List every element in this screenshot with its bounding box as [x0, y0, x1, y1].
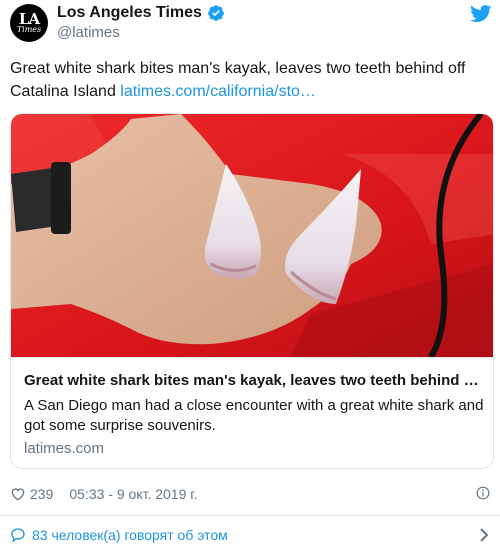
twitter-bird-icon[interactable] — [470, 4, 492, 24]
comment-bubble-icon — [11, 528, 25, 543]
conversation-count[interactable]: 83 человек(а) говорят об этом — [32, 527, 228, 543]
tweet-text: Great white shark bites man's kayak, lea… — [10, 57, 494, 103]
conversation-link[interactable]: 83 человек(а) говорят об этом — [10, 527, 228, 543]
tweet-timestamp[interactable]: 05:33 - 9 окт. 2019 г. — [69, 486, 197, 502]
card-description: A San Diego man had a close encounter wi… — [24, 397, 484, 434]
avatar-logo-subtext: Times — [16, 25, 42, 34]
tweet-meta: 239 05:33 - 9 окт. 2019 г. — [10, 484, 198, 504]
card-body[interactable]: Great white shark bites man's kayak, lea… — [11, 357, 493, 468]
author-name[interactable]: Los Angeles Times — [57, 4, 202, 22]
tweet-link[interactable]: latimes.com/california/sto… — [120, 83, 316, 100]
tweet-header: LA Times Los Angeles Times @latimes — [0, 0, 500, 46]
info-icon[interactable] — [476, 486, 490, 500]
card-domain: latimes.com — [24, 440, 105, 457]
divider — [0, 515, 500, 516]
like-count[interactable]: 239 — [30, 486, 53, 502]
author-name-row[interactable]: Los Angeles Times — [57, 4, 225, 22]
avatar[interactable]: LA Times — [10, 4, 48, 42]
link-preview-card[interactable]: Great white shark bites man's kayak, lea… — [10, 113, 494, 469]
verified-badge-icon — [208, 5, 224, 21]
heart-icon[interactable] — [10, 486, 26, 502]
author-handle[interactable]: @latimes — [57, 24, 120, 41]
card-title[interactable]: Great white shark bites man's kayak, lea… — [24, 372, 484, 389]
chevron-right-icon[interactable] — [478, 527, 490, 543]
card-image[interactable] — [11, 114, 494, 357]
